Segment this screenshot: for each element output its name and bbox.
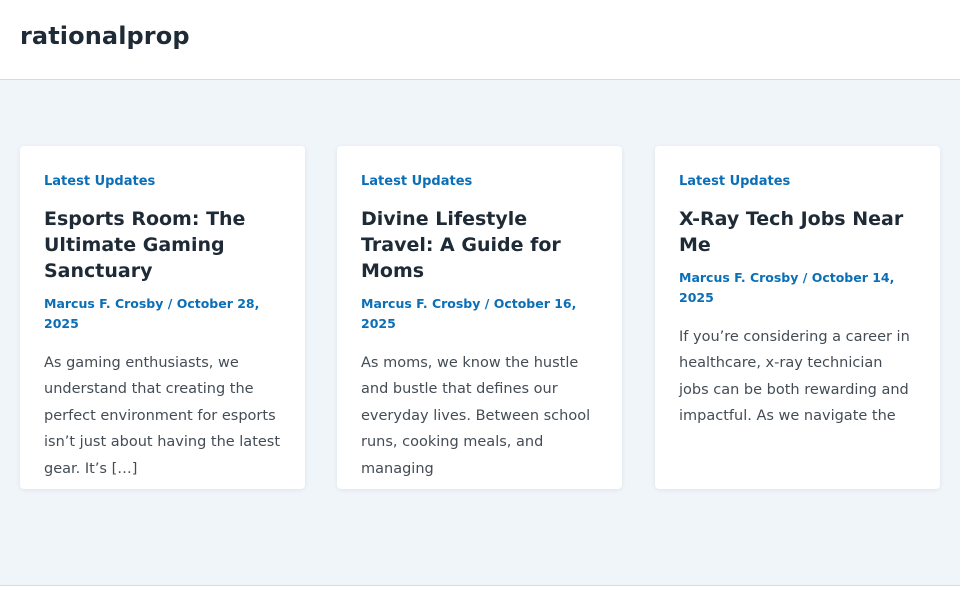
post-excerpt: As moms, we know the hustle and bustle t… [361,355,591,477]
site-title-link[interactable]: rationalprop [20,22,190,50]
post-title-link[interactable]: Divine Lifestyle Travel: A Guide for Mom… [361,206,598,284]
post-excerpt: If you’re considering a career in health… [679,329,910,425]
post-excerpt: As gaming enthusiasts, we understand tha… [44,355,281,477]
site-header: rationalprop [0,0,960,80]
post-title-link[interactable]: Esports Room: The Ultimate Gaming Sanctu… [44,206,281,284]
post-author-link[interactable]: Marcus F. Crosby [361,296,480,311]
post-title-link[interactable]: X-Ray Tech Jobs Near Me [679,206,916,258]
post-author-link[interactable]: Marcus F. Crosby [44,296,163,311]
post-card: Latest Updates Esports Room: The Ultimat… [20,146,305,489]
post-meta: Marcus F. Crosby / October 14, 2025 [679,268,916,308]
meta-separator: / [798,270,812,285]
meta-separator: / [480,296,494,311]
meta-separator: / [163,296,177,311]
post-meta: Marcus F. Crosby / October 16, 2025 [361,294,598,334]
post-category-link[interactable]: Latest Updates [361,172,598,192]
post-card: Latest Updates Divine Lifestyle Travel: … [337,146,622,489]
post-category-link[interactable]: Latest Updates [679,172,916,192]
post-category-link[interactable]: Latest Updates [44,172,281,192]
post-grid: Latest Updates Esports Room: The Ultimat… [0,81,960,585]
post-card: Latest Updates X-Ray Tech Jobs Near Me M… [655,146,940,489]
post-author-link[interactable]: Marcus F. Crosby [679,270,798,285]
site-footer [0,585,960,600]
post-meta: Marcus F. Crosby / October 28, 2025 [44,294,281,334]
